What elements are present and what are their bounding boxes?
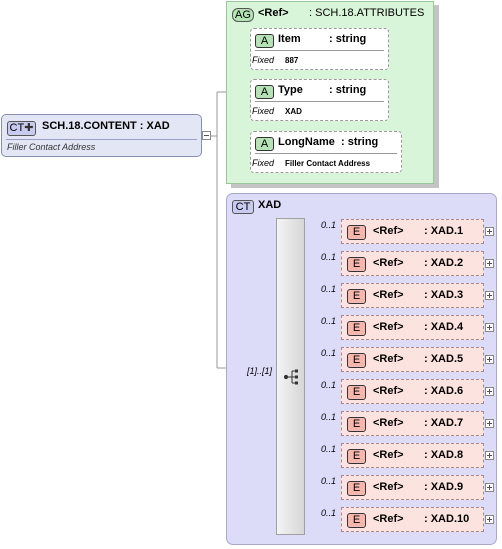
element-badge: E [347, 353, 366, 368]
complex-type-badge: CT [232, 200, 254, 214]
element-name: : XAD.6 [424, 385, 464, 397]
element-ref: <Ref> [373, 257, 404, 269]
element-multiplicity: 0..1 [321, 444, 337, 454]
attribute-fixed-label: Fixed [252, 158, 275, 168]
element-node[interactable]: E <Ref> : XAD.3 [341, 283, 484, 308]
element-ref: <Ref> [373, 449, 404, 461]
sequence-multiplicity: [1]..[1] [247, 366, 273, 376]
attribute-fixed-label: Fixed [252, 55, 275, 65]
element-badge: E [347, 449, 366, 464]
element-name: : XAD.7 [424, 417, 464, 429]
root-node[interactable]: CT✚ SCH.18.CONTENT : XAD Filler Contact … [1, 114, 202, 157]
element-name: : XAD.2 [424, 257, 464, 269]
root-ct-badge: CT✚ [7, 121, 36, 136]
root-expand-icon: ✚ [24, 122, 34, 134]
root-divider [6, 139, 197, 140]
element-badge: E [347, 225, 366, 240]
element-ref: <Ref> [373, 321, 404, 333]
element-name: : XAD.4 [424, 321, 464, 333]
element-node[interactable]: E <Ref> : XAD.5 [341, 347, 484, 372]
element-ref: <Ref> [373, 481, 404, 493]
attribute-divider [255, 50, 384, 51]
attribute-group-ref: <Ref> [258, 7, 289, 19]
attribute-fixed-value: 887 [285, 56, 299, 65]
element-node[interactable]: E <Ref> : XAD.8 [341, 443, 484, 468]
attribute-type-node[interactable]: A Type : string Fixed XAD [250, 79, 389, 121]
element-node[interactable]: E <Ref> : XAD.1 [341, 219, 484, 244]
complex-type-name: XAD [258, 199, 282, 211]
attribute-name: Item [278, 33, 301, 45]
attribute-badge: A [255, 85, 274, 99]
element-node[interactable]: E <Ref> : XAD.9 [341, 475, 484, 500]
root-badge-text: CT [9, 122, 25, 134]
element-expand-toggle[interactable] [485, 451, 494, 460]
element-expand-toggle[interactable] [485, 483, 494, 492]
root-documentation: Filler Contact Address [7, 142, 96, 152]
element-ref: <Ref> [373, 225, 404, 237]
element-expand-toggle[interactable] [485, 515, 494, 524]
root-collapse-toggle[interactable] [202, 131, 211, 140]
element-expand-toggle[interactable] [485, 259, 494, 268]
attribute-type: : string [341, 136, 379, 148]
element-multiplicity: 0..1 [321, 412, 337, 422]
element-badge: E [347, 481, 366, 496]
element-node[interactable]: E <Ref> : XAD.2 [341, 251, 484, 276]
element-multiplicity: 0..1 [321, 348, 337, 358]
attribute-fixed-label: Fixed [252, 106, 275, 116]
element-node[interactable]: E <Ref> : XAD.10 [341, 507, 484, 532]
element-name: : XAD.10 [424, 513, 470, 525]
element-expand-toggle[interactable] [485, 419, 494, 428]
element-node[interactable]: E <Ref> : XAD.4 [341, 315, 484, 340]
attribute-longname[interactable]: A LongName : string Fixed Filler Contact… [250, 131, 402, 173]
attribute-fixed-value: Filler Contact Address [285, 159, 371, 168]
element-badge: E [347, 257, 366, 272]
element-multiplicity: 0..1 [321, 316, 337, 326]
element-name: : XAD.9 [424, 481, 464, 493]
element-ref: <Ref> [373, 385, 404, 397]
root-name: SCH.18.CONTENT : XAD [42, 120, 170, 132]
element-multiplicity: 0..1 [321, 508, 337, 518]
attribute-type: : string [329, 84, 367, 96]
element-ref: <Ref> [373, 353, 404, 365]
attribute-name: Type [278, 84, 303, 96]
element-badge: E [347, 289, 366, 304]
element-name: : XAD.3 [424, 289, 464, 301]
attribute-fixed-value: XAD [285, 107, 302, 116]
element-ref: <Ref> [373, 417, 404, 429]
attribute-badge: A [255, 137, 274, 151]
element-node[interactable]: E <Ref> : XAD.6 [341, 379, 484, 404]
element-multiplicity: 0..1 [321, 220, 337, 230]
element-expand-toggle[interactable] [485, 355, 494, 364]
element-ref: <Ref> [373, 289, 404, 301]
attribute-type: : string [329, 33, 367, 45]
attribute-group-name: : SCH.18.ATTRIBUTES [309, 7, 425, 19]
element-expand-toggle[interactable] [485, 227, 494, 236]
element-name: : XAD.8 [424, 449, 464, 461]
attribute-badge: A [255, 34, 274, 48]
attribute-name: LongName [278, 136, 335, 148]
element-multiplicity: 0..1 [321, 284, 337, 294]
element-ref: <Ref> [373, 513, 404, 525]
element-multiplicity: 0..1 [321, 252, 337, 262]
element-name: : XAD.5 [424, 353, 464, 365]
element-expand-toggle[interactable] [485, 291, 494, 300]
element-badge: E [347, 513, 366, 528]
element-badge: E [347, 417, 366, 432]
sequence-icon [283, 369, 300, 390]
element-badge: E [347, 321, 366, 336]
element-node[interactable]: E <Ref> : XAD.7 [341, 411, 484, 436]
element-expand-toggle[interactable] [485, 323, 494, 332]
element-multiplicity: 0..1 [321, 380, 337, 390]
attribute-divider [255, 101, 384, 102]
attribute-divider [255, 153, 397, 154]
element-name: : XAD.1 [424, 225, 464, 237]
element-multiplicity: 0..1 [321, 476, 337, 486]
element-expand-toggle[interactable] [485, 387, 494, 396]
attribute-item[interactable]: A Item : string Fixed 887 [250, 28, 389, 70]
element-badge: E [347, 385, 366, 400]
attribute-group-badge: AG [232, 8, 254, 22]
